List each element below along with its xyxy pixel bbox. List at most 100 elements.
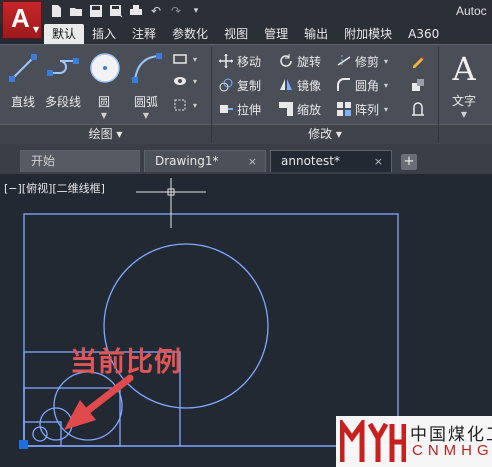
- small-circle: [39, 407, 73, 441]
- chevron-down-icon: ▾: [193, 100, 198, 110]
- move-label: 移动: [237, 54, 262, 69]
- quick-access-toolbar: ↶ ↷ ▾: [48, 3, 204, 21]
- save-icon[interactable]: [88, 3, 104, 19]
- watermark: 中国煤化工 CNMHG: [336, 416, 492, 467]
- tab-addins[interactable]: 附加模块: [336, 24, 400, 44]
- chevron-down-icon: ▾: [193, 76, 198, 86]
- erase-tool-button[interactable]: [410, 51, 426, 71]
- close-icon[interactable]: ×: [374, 151, 383, 172]
- scale-tool-button[interactable]: 缩放: [278, 99, 321, 119]
- text-icon: A: [452, 50, 476, 88]
- stretch-icon: [220, 105, 233, 113]
- explode-icon: [412, 79, 424, 91]
- mirror-icon: [280, 79, 292, 90]
- tab-view[interactable]: 视图: [216, 24, 256, 44]
- watermark-english-text: CNMHG: [412, 442, 492, 459]
- tab-output[interactable]: 输出: [296, 24, 336, 44]
- array-tool-button[interactable]: 阵列 ▾: [336, 99, 388, 119]
- stretch-label: 拉伸: [237, 102, 262, 117]
- mirror-tool-button[interactable]: 镜像: [278, 75, 321, 95]
- rotate-tool-button[interactable]: 旋转: [278, 51, 321, 71]
- copy-label: 复制: [237, 78, 262, 93]
- tab-start-label: 开始: [31, 154, 56, 168]
- tab-annotest-label: annotest*: [281, 154, 340, 168]
- circle-tool-button[interactable]: 圆 ▼: [88, 51, 120, 120]
- window-title: Autoc: [456, 4, 487, 18]
- copy-tool-button[interactable]: 复制: [218, 75, 261, 95]
- rectangle-tool-button[interactable]: ▾: [172, 49, 197, 69]
- tab-a360[interactable]: A360: [400, 24, 447, 44]
- chevron-down-icon[interactable]: ▼: [130, 111, 162, 120]
- fillet-tool-button[interactable]: 圆角 ▾: [336, 75, 388, 95]
- move-tool-button[interactable]: 移动: [218, 51, 261, 71]
- mirror-label: 镜像: [297, 78, 322, 93]
- explode-tool-button[interactable]: [410, 75, 426, 95]
- tab-drawing1[interactable]: Drawing1* ×: [144, 150, 266, 172]
- chevron-down-icon: ▾: [384, 56, 389, 66]
- autocad-logo-icon: A: [11, 3, 30, 33]
- save-as-icon[interactable]: [108, 3, 124, 19]
- arc-icon: [132, 53, 162, 83]
- rotate-label: 旋转: [297, 54, 322, 69]
- cnmhg-logo-icon: [340, 420, 406, 462]
- viewport-controls-label[interactable]: [−][俯视][二维线框]: [4, 180, 105, 196]
- offset-icon: [412, 102, 424, 116]
- drawing-canvas[interactable]: [−][俯视][二维线框] 当前比例 中国煤化工 CNMHG: [0, 174, 492, 467]
- close-icon[interactable]: ×: [248, 151, 257, 172]
- line-icon: [9, 54, 37, 82]
- text-tool-label: 文字: [451, 94, 476, 108]
- undo-icon[interactable]: ↶: [148, 3, 164, 19]
- rotate-icon: [280, 54, 292, 67]
- stretch-tool-button[interactable]: 拉伸: [218, 99, 261, 119]
- origin-grip: [19, 440, 28, 449]
- redo-icon[interactable]: ↷: [168, 3, 184, 19]
- chevron-down-icon[interactable]: ▼: [88, 111, 120, 120]
- application-menu-button[interactable]: A ▼: [2, 1, 42, 39]
- chevron-down-icon[interactable]: ▼: [446, 110, 482, 119]
- tiny-circle: [32, 426, 48, 442]
- modify-panel-title[interactable]: 修改 ▾: [212, 124, 438, 144]
- tab-default[interactable]: 默认: [44, 24, 85, 44]
- file-tab-bar: 开始 Drawing1* × annotest* × +: [0, 144, 492, 174]
- ribbon: 直线 多段线 圆 ▼ 圆弧 ▼ ▾ ▾ ▾ 绘图 ▾ 移动 复制 拉伸 旋转 镜…: [0, 44, 492, 144]
- tab-drawing1-label: Drawing1*: [155, 154, 219, 168]
- trim-tool-button[interactable]: 修剪 ▾: [336, 51, 388, 71]
- polyline-tool-button[interactable]: 多段线: [42, 51, 84, 110]
- scale-label: 缩放: [297, 102, 322, 117]
- line-tool-button[interactable]: 直线: [6, 51, 40, 110]
- print-icon[interactable]: [128, 3, 144, 19]
- new-tab-button[interactable]: +: [401, 154, 417, 170]
- tiny-frame-rectangle: [23, 421, 62, 447]
- title-bar: A ▼ ↶ ↷ ▾ Autoc: [0, 0, 492, 39]
- boundary-icon: [174, 99, 186, 111]
- boundary-tool-button[interactable]: ▾: [172, 95, 197, 115]
- polyline-icon: [47, 58, 79, 76]
- chevron-down-icon: ▾: [384, 104, 389, 114]
- tab-annotate[interactable]: 注释: [124, 24, 164, 44]
- chevron-down-icon: ▾: [384, 80, 389, 90]
- customize-icon[interactable]: ▾: [188, 3, 204, 19]
- annotation-panel-title[interactable]: [439, 124, 492, 144]
- tab-insert[interactable]: 插入: [84, 24, 124, 44]
- arc-tool-button[interactable]: 圆弧 ▼: [130, 51, 162, 120]
- text-tool-button[interactable]: A 文字 ▼: [446, 51, 482, 119]
- hatch-tool-button[interactable]: ▾: [172, 71, 197, 91]
- array-label: 阵列: [355, 102, 380, 117]
- rectangle-icon: [173, 54, 187, 64]
- circle-icon: [90, 53, 120, 83]
- line-tool-label: 直线: [10, 95, 35, 109]
- open-icon[interactable]: [68, 3, 84, 19]
- tab-manage[interactable]: 管理: [256, 24, 296, 44]
- offset-tool-button[interactable]: [410, 99, 426, 119]
- move-icon: [219, 54, 233, 68]
- circle-tool-label: 圆: [97, 95, 110, 109]
- tab-annotest[interactable]: annotest* ×: [270, 150, 392, 172]
- tab-start[interactable]: 开始: [20, 150, 140, 172]
- tab-parametric[interactable]: 参数化: [164, 24, 216, 44]
- chevron-down-icon: ▾: [193, 54, 198, 64]
- array-icon: [337, 102, 351, 116]
- trim-icon: [337, 55, 351, 67]
- new-icon[interactable]: [48, 3, 64, 19]
- draw-panel-title[interactable]: 绘图 ▾: [0, 124, 211, 144]
- copy-icon: [219, 78, 233, 92]
